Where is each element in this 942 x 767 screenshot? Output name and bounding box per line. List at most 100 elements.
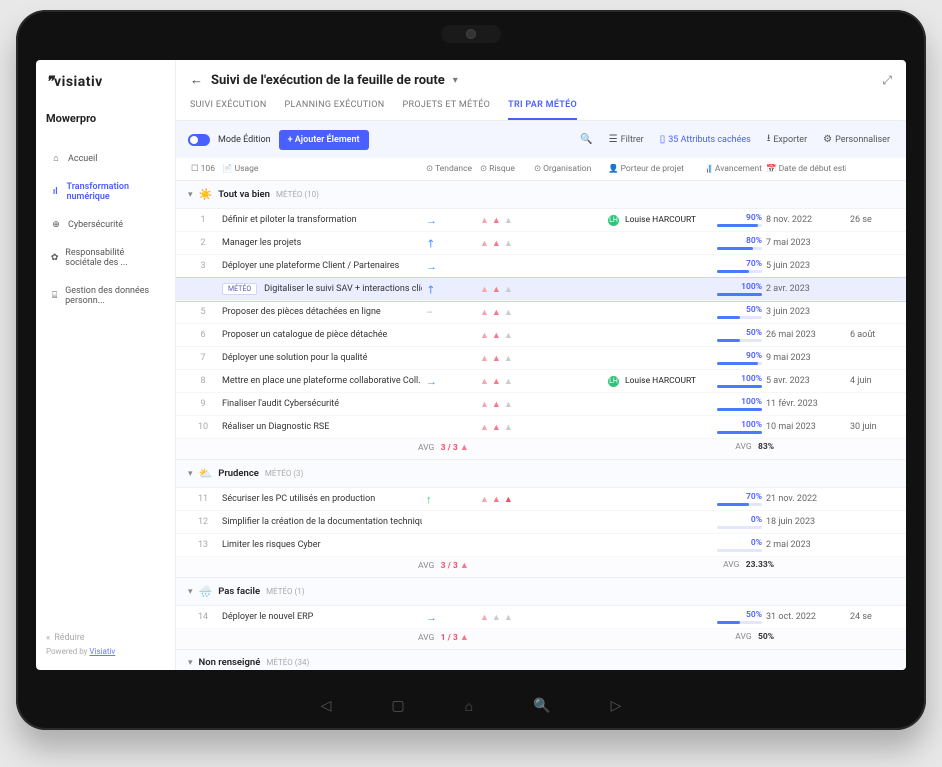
row-index: 1 bbox=[188, 215, 218, 225]
group-header-prudence[interactable]: ▾ ⛅ Prudence MÉTÉO (3) bbox=[176, 460, 906, 488]
row-index: 2 bbox=[188, 238, 218, 248]
usage-col[interactable]: 📄 Usage bbox=[222, 164, 422, 174]
risque-cell: ▲▲▲ bbox=[480, 612, 530, 623]
group-title: Prudence bbox=[218, 468, 259, 479]
search-button[interactable]: 🔍 bbox=[576, 132, 596, 147]
date-cell: 8 nov. 2022 bbox=[766, 215, 846, 225]
nav-search-icon[interactable]: 🔍 bbox=[533, 698, 550, 715]
date-cell: 21 nov. 2022 bbox=[766, 494, 846, 504]
main-content: ← Suivi de l'exécution de la feuille de … bbox=[176, 60, 906, 670]
usage-cell: Simplifier la création de la documentati… bbox=[222, 517, 422, 527]
usage-cell: Limiter les risques Cyber bbox=[222, 540, 422, 550]
sidebar-item-label: Transformation numérique bbox=[67, 182, 162, 202]
nav-recent-icon[interactable]: ▢ bbox=[391, 698, 404, 715]
table-row[interactable]: 12 Simplifier la création de la document… bbox=[176, 511, 906, 534]
meteo-tag: MÉTÉO bbox=[222, 283, 257, 295]
table-row[interactable]: 13 Limiter les risques Cyber 0% 2 mai 20… bbox=[176, 534, 906, 557]
progress: 70% bbox=[717, 259, 762, 273]
tablet-frame: ❞visiativ Mowerpro ⌂ Accueilıl Transform… bbox=[16, 10, 926, 730]
back-arrow-icon[interactable]: ← bbox=[190, 72, 203, 88]
hidden-attributes-button[interactable]: ▯ 35 Attributs cachées bbox=[656, 132, 755, 147]
risk-icon: ▲ bbox=[480, 399, 489, 410]
gear-icon: ⚙ bbox=[823, 134, 832, 145]
powered-link[interactable]: Visiativ bbox=[89, 647, 115, 656]
risk-icon: ▲ bbox=[504, 307, 513, 318]
fullscreen-icon[interactable]: ⤢ bbox=[882, 73, 892, 88]
trend-icon: → bbox=[426, 611, 437, 624]
avatar: LH bbox=[608, 376, 619, 387]
add-element-button[interactable]: + Ajouter Élement bbox=[279, 130, 369, 150]
risque-cell: ▲▲▲ bbox=[480, 399, 530, 410]
group-header-none[interactable]: ▾ Non renseigné MÉTÉO (34) bbox=[176, 650, 906, 670]
avance-cell: 70% bbox=[707, 259, 762, 273]
chevron-down-icon[interactable]: ▾ bbox=[453, 75, 458, 86]
usage-cell: MÉTÉODigitaliser le suivi SAV + interact… bbox=[222, 283, 422, 295]
date-col[interactable]: 📅 Date de début estimée bbox=[766, 164, 846, 174]
table-row[interactable]: 1 Définir et piloter la transformation →… bbox=[176, 209, 906, 232]
sidebar-item-label: Gestion des données personn... bbox=[65, 286, 161, 306]
usage-cell: Proposer un catalogue de pièce détachée bbox=[222, 330, 422, 340]
risk-icon: ▲ bbox=[492, 353, 501, 364]
cyber-icon: ⊕ bbox=[50, 220, 62, 230]
risque-cell: ▲▲▲ bbox=[480, 215, 530, 226]
reduce-button[interactable]: « Réduire bbox=[46, 633, 165, 643]
date-cell: 31 oct. 2022 bbox=[766, 612, 846, 622]
table-row[interactable]: 14 Déployer le nouvel ERP → ▲▲▲ 50% 31 o… bbox=[176, 606, 906, 629]
group-header-hard[interactable]: ▾ 🌧️ Pas facile MÉTÉO (1) bbox=[176, 578, 906, 606]
table-row[interactable]: 9 Finaliser l'audit Cybersécurité ▲▲▲ 10… bbox=[176, 393, 906, 416]
tendance-cell: ↗ bbox=[426, 237, 476, 250]
risk-icon: ▲ bbox=[504, 376, 513, 387]
progress: 0% bbox=[717, 515, 762, 529]
sidebar-item-trans[interactable]: ıl Transformation numérique bbox=[46, 176, 165, 208]
table-row[interactable]: 7 Déployer une solution pour la qualité … bbox=[176, 347, 906, 370]
avance-cell: 100% bbox=[707, 282, 762, 296]
personalize-button[interactable]: ⚙ Personnaliser bbox=[819, 132, 894, 147]
table-row[interactable]: MÉTÉODigitaliser le suivi SAV + interact… bbox=[176, 278, 906, 301]
risque-col[interactable]: ⊙ Risque bbox=[480, 164, 530, 174]
date-cell: 18 juin 2023 bbox=[766, 517, 846, 527]
tendance-col[interactable]: ⊙ Tendance bbox=[426, 164, 476, 174]
avance-col[interactable]: 📊 Avancement bbox=[707, 164, 762, 174]
progress: 80% bbox=[717, 236, 762, 250]
progress: 50% bbox=[717, 305, 762, 319]
tab-projets[interactable]: PROJETS ET MÉTÉO bbox=[403, 94, 491, 120]
sidebar-item-data[interactable]: ⌸ Gestion des données personn... bbox=[46, 280, 165, 312]
risque-cell: ▲▲▲ bbox=[480, 238, 530, 249]
sidebar-item-rse[interactable]: ✿ Responsabilité sociétale des ... bbox=[46, 242, 165, 274]
row-index: 6 bbox=[188, 330, 218, 340]
porteur-col[interactable]: 👤 Porteur de projet bbox=[608, 164, 703, 174]
trend-icon: ↗ bbox=[426, 283, 438, 296]
table-row[interactable]: 5 Proposer des pièces détachées en ligne… bbox=[176, 301, 906, 324]
sidebar-item-home[interactable]: ⌂ Accueil bbox=[46, 147, 165, 170]
table-row[interactable]: 6 Proposer un catalogue de pièce détaché… bbox=[176, 324, 906, 347]
sidebar-item-cyber[interactable]: ⊕ Cybersécurité bbox=[46, 214, 165, 236]
table-row[interactable]: 8 Mettre en place une plateforme collabo… bbox=[176, 370, 906, 393]
tab-planning[interactable]: PLANNING EXÉCUTION bbox=[285, 94, 385, 120]
table-row[interactable]: 11 Sécuriser les PC utilisés en producti… bbox=[176, 488, 906, 511]
risk-icon: ▲ bbox=[480, 238, 489, 249]
table-row[interactable]: 10 Réaliser un Diagnostic RSE ▲▲▲ 100% 1… bbox=[176, 416, 906, 439]
table-row[interactable]: 3 Déployer une plateforme Client / Parte… bbox=[176, 255, 906, 278]
edit-mode-toggle[interactable] bbox=[188, 134, 210, 146]
filter-button[interactable]: ☰ Filtrer bbox=[605, 132, 648, 147]
row-index: 8 bbox=[188, 376, 218, 386]
usage-cell: Déployer une solution pour la qualité bbox=[222, 353, 422, 363]
progress: 100% bbox=[717, 420, 762, 434]
group-header-ok[interactable]: ▾ ☀️ Tout va bien MÉTÉO (10) bbox=[176, 181, 906, 209]
org-name: Mowerpro bbox=[46, 112, 165, 125]
nav-home-icon[interactable]: ⌂ bbox=[465, 698, 473, 715]
nav-forward-icon[interactable]: ▷ bbox=[611, 698, 622, 715]
tendance-cell: → bbox=[426, 260, 476, 273]
avance-cell: 0% bbox=[707, 515, 762, 529]
org-col[interactable]: ⊙ Organisation bbox=[534, 164, 604, 174]
home-icon: ⌂ bbox=[50, 153, 62, 164]
nav-back-icon[interactable]: ◁ bbox=[321, 698, 332, 715]
table-row[interactable]: 2 Manager les projets ↗ ▲▲▲ 80% 7 mai 20… bbox=[176, 232, 906, 255]
group-subtitle: MÉTÉO (3) bbox=[265, 469, 303, 478]
tab-tri[interactable]: TRI PAR MÉTÉO bbox=[508, 94, 577, 120]
export-button[interactable]: ⭳ Exporter bbox=[763, 129, 811, 150]
risk-icon: ▲ bbox=[504, 353, 513, 364]
weather-icon: ⛅ bbox=[199, 467, 213, 480]
tab-suivi[interactable]: SUIVI EXÉCUTION bbox=[190, 94, 267, 120]
progress: 100% bbox=[717, 374, 762, 388]
